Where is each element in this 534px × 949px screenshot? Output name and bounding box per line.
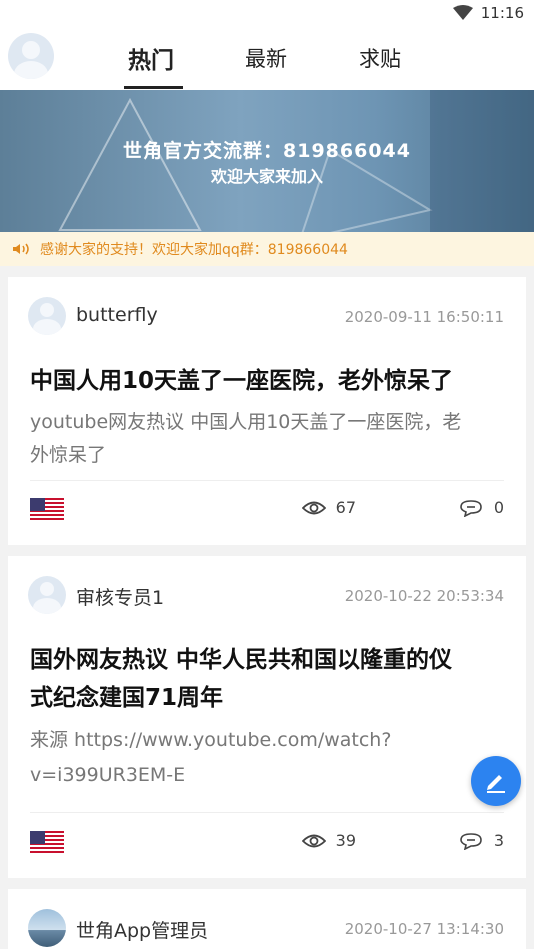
post-time: 2020-09-11 16:50:11 <box>344 308 504 326</box>
status-time: 11:16 <box>480 4 524 22</box>
compose-button[interactable] <box>471 756 521 806</box>
card-divider <box>30 480 504 481</box>
view-count: 39 <box>301 831 356 850</box>
comment-icon <box>460 499 482 517</box>
title-line: 式纪念建国71周年 <box>30 685 224 711</box>
active-tab-indicator <box>124 86 183 89</box>
top-navigation: 热门 最新 求贴 <box>0 30 534 90</box>
speaker-icon <box>13 243 29 255</box>
banner-subtitle: 欢迎大家来加入 <box>210 167 323 186</box>
excerpt-line: 外惊呆了 <box>30 444 107 466</box>
view-count-value: 67 <box>335 498 356 517</box>
comment-count[interactable]: 3 <box>460 831 504 850</box>
excerpt-line: youtube网友热议 中国人用10天盖了一座医院，老 <box>30 411 462 433</box>
notice-bar[interactable]: 感谢大家的支持！欢迎大家加qq群：819866044 <box>0 232 534 266</box>
author-avatar[interactable] <box>28 576 66 614</box>
notice-text: 感谢大家的支持！欢迎大家加qq群：819866044 <box>40 242 348 258</box>
tab-latest[interactable]: 最新 <box>245 43 287 73</box>
post-time: 2020-10-22 20:53:34 <box>344 587 504 605</box>
banner-title: 世角官方交流群：819866044 <box>123 140 411 162</box>
post-title[interactable]: 国外网友热议 中华人民共和国以隆重的仪 式纪念建国71周年 <box>30 641 504 717</box>
promo-banner[interactable]: 世角官方交流群：819866044 欢迎大家来加入 <box>0 90 534 232</box>
us-flag-icon <box>30 831 64 855</box>
tab-bar: 热门 最新 求贴 <box>0 30 534 90</box>
comment-count[interactable]: 0 <box>460 498 504 517</box>
author-avatar[interactable] <box>28 909 66 947</box>
us-flag-icon <box>30 498 64 522</box>
pencil-icon <box>487 775 505 793</box>
status-indicators: 11:16 <box>452 4 524 22</box>
eye-icon <box>301 501 326 514</box>
tab-request[interactable]: 求贴 <box>359 43 401 73</box>
post-card[interactable]: 审核专员1 2020-10-22 20:53:34 国外网友热议 中华人民共和国… <box>8 556 526 878</box>
card-divider <box>30 812 504 813</box>
comment-count-value: 0 <box>493 498 504 517</box>
post-time: 2020-10-27 13:14:30 <box>344 920 504 938</box>
wifi-icon <box>452 5 473 20</box>
comment-count-value: 3 <box>493 831 504 850</box>
title-line: 国外网友热议 中华人民共和国以隆重的仪 <box>30 647 453 673</box>
excerpt-line: 来源 https://www.youtube.com/watch? <box>30 729 392 751</box>
author-name[interactable]: 审核专员1 <box>76 583 164 610</box>
post-excerpt: 来源 https://www.youtube.com/watch? v=i399… <box>30 723 500 793</box>
status-bar: 11:16 <box>0 0 534 30</box>
excerpt-line: v=i399UR3EM-E <box>30 764 186 786</box>
comment-icon <box>460 832 482 850</box>
author-name[interactable]: butterfly <box>76 304 158 326</box>
tab-hot[interactable]: 热门 <box>128 41 174 75</box>
view-count-value: 39 <box>335 831 356 850</box>
post-title[interactable]: 中国人用10天盖了一座医院，老外惊呆了 <box>30 362 504 400</box>
post-card[interactable]: butterfly 2020-09-11 16:50:11 中国人用10天盖了一… <box>8 277 526 545</box>
author-name[interactable]: 世角App管理员 <box>76 916 208 943</box>
view-count: 67 <box>301 498 356 517</box>
post-excerpt: youtube网友热议 中国人用10天盖了一座医院，老 外惊呆了 <box>30 406 500 472</box>
post-card[interactable]: 世角App管理员 2020-10-27 13:14:30 <box>8 889 526 949</box>
eye-icon <box>301 834 326 847</box>
author-avatar[interactable] <box>28 297 66 335</box>
